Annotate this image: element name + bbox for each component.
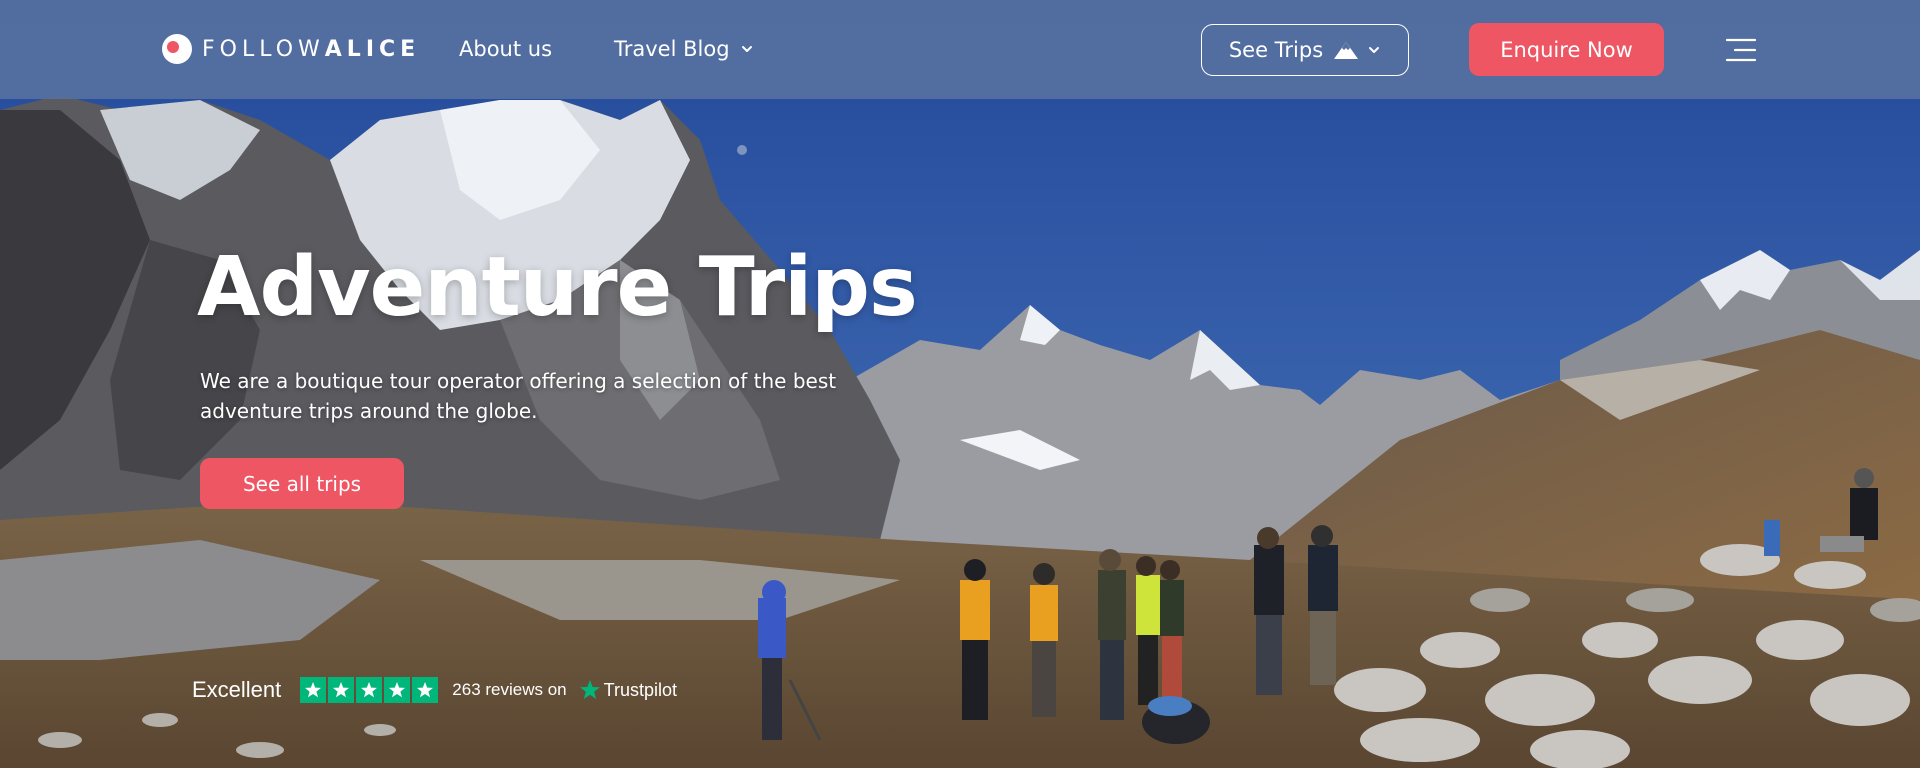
trustpilot-star-icon	[579, 680, 600, 699]
star-icon	[412, 677, 439, 703]
see-trips-label: See Trips	[1228, 38, 1324, 62]
site-header: FOLLOWALICE About us Travel Blog See Tri…	[0, 0, 1920, 99]
mountain-icon	[1334, 42, 1359, 59]
star-icon	[300, 677, 327, 703]
chevron-down-icon	[741, 46, 752, 52]
logo-wordmark: FOLLOWALICE	[202, 37, 420, 62]
logo-text-light: FOLLOW	[202, 36, 325, 62]
trustpilot-logo: Trustpilot	[579, 679, 677, 701]
logo-text-bold: ALICE	[324, 36, 421, 62]
hero-title: Adventure Trips	[197, 240, 918, 335]
trustpilot-rating-word: Excellent	[192, 677, 282, 702]
chevron-down-icon	[1369, 47, 1380, 53]
hamburger-icon[interactable]	[1725, 36, 1757, 64]
trustpilot-brand: Trustpilot	[603, 679, 677, 700]
trustpilot-stars	[300, 677, 440, 703]
logo-mark-icon	[162, 34, 192, 64]
star-icon	[328, 677, 355, 703]
star-icon	[356, 677, 383, 703]
star-icon	[384, 677, 411, 703]
enquire-now-button[interactable]: Enquire Now	[1469, 23, 1664, 76]
hero-subtitle: We are a boutique tour operator offering…	[200, 369, 837, 423]
nav-about-us[interactable]: About us	[459, 36, 552, 62]
trustpilot-review-count: 263 reviews on	[452, 680, 567, 699]
trustpilot-widget[interactable]: Excellent 263 reviews on Trustpilot	[192, 675, 677, 705]
nav-travel-blog-label: Travel Blog	[614, 37, 730, 61]
see-all-trips-button[interactable]: See all trips	[200, 458, 404, 509]
see-trips-button[interactable]: See Trips	[1201, 24, 1409, 76]
nav-travel-blog[interactable]: Travel Blog	[614, 36, 754, 62]
logo[interactable]: FOLLOWALICE	[160, 32, 420, 66]
